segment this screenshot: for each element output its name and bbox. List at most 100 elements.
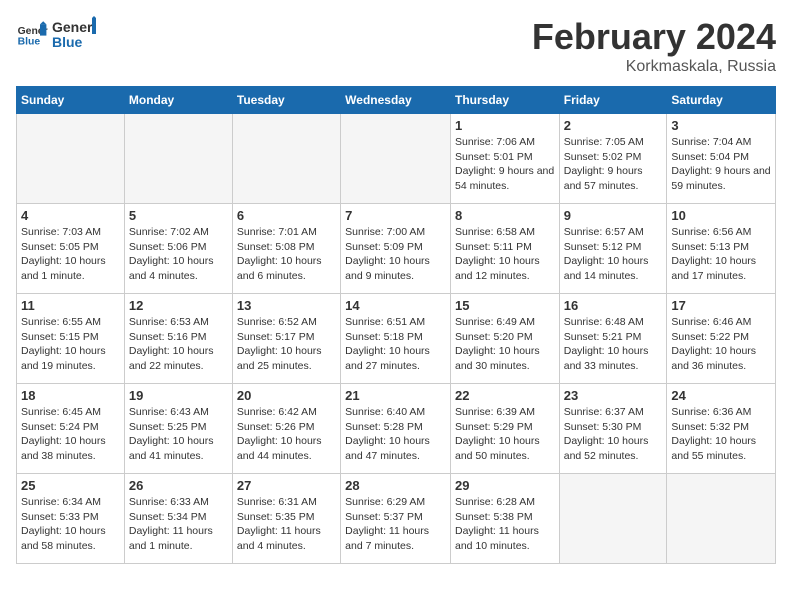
calendar-cell	[667, 474, 776, 564]
calendar-cell	[232, 114, 340, 204]
day-info: Sunrise: 6:52 AM Sunset: 5:17 PM Dayligh…	[237, 315, 336, 374]
calendar-cell: 11 Sunrise: 6:55 AM Sunset: 5:15 PM Dayli…	[17, 294, 125, 384]
col-header-tuesday: Tuesday	[232, 87, 340, 114]
calendar-cell: 4 Sunrise: 7:03 AM Sunset: 5:05 PM Daylig…	[17, 204, 125, 294]
day-info: Sunrise: 6:46 AM Sunset: 5:22 PM Dayligh…	[671, 315, 771, 374]
day-number: 19	[129, 388, 228, 403]
day-info: Sunrise: 7:03 AM Sunset: 5:05 PM Dayligh…	[21, 225, 120, 284]
calendar-cell: 14 Sunrise: 6:51 AM Sunset: 5:18 PM Dayli…	[341, 294, 451, 384]
calendar-cell: 24Sunrise: 6:36 AM Sunset: 5:32 PM Dayli…	[667, 384, 776, 474]
calendar-week-3: 11 Sunrise: 6:55 AM Sunset: 5:15 PM Dayli…	[17, 294, 776, 384]
logo-icon: General Blue	[16, 18, 48, 50]
calendar-cell: 8Sunrise: 6:58 AM Sunset: 5:11 PM Daylig…	[450, 204, 559, 294]
day-number: 21	[345, 388, 446, 403]
day-number: 26	[129, 478, 228, 493]
day-number: 27	[237, 478, 336, 493]
day-number: 14	[345, 298, 446, 313]
day-number: 25	[21, 478, 120, 493]
calendar-cell: 27 Sunrise: 6:31 AM Sunset: 5:35 PM Dayli…	[232, 474, 340, 564]
calendar-cell: 5 Sunrise: 7:02 AM Sunset: 5:06 PM Daylig…	[124, 204, 232, 294]
day-number: 11	[21, 298, 120, 313]
day-info: Sunrise: 6:48 AM Sunset: 5:21 PM Dayligh…	[564, 315, 663, 374]
day-number: 5	[129, 208, 228, 223]
day-number: 2	[564, 118, 663, 133]
calendar-week-4: 18 Sunrise: 6:45 AM Sunset: 5:24 PM Dayli…	[17, 384, 776, 474]
day-info: Sunrise: 6:49 AM Sunset: 5:20 PM Dayligh…	[455, 315, 555, 374]
day-info: Sunrise: 6:29 AM Sunset: 5:37 PM Dayligh…	[345, 495, 446, 554]
day-number: 22	[455, 388, 555, 403]
calendar-cell	[341, 114, 451, 204]
calendar-table: SundayMondayTuesdayWednesdayThursdayFrid…	[16, 86, 776, 564]
calendar-cell: 12Sunrise: 6:53 AM Sunset: 5:16 PM Dayli…	[124, 294, 232, 384]
day-number: 3	[671, 118, 771, 133]
calendar-cell: 15Sunrise: 6:49 AM Sunset: 5:20 PM Dayli…	[450, 294, 559, 384]
svg-text:Blue: Blue	[52, 34, 83, 50]
day-info: Sunrise: 6:37 AM Sunset: 5:30 PM Dayligh…	[564, 405, 663, 464]
calendar-header-row: SundayMondayTuesdayWednesdayThursdayFrid…	[17, 87, 776, 114]
day-number: 7	[345, 208, 446, 223]
calendar-cell: 26Sunrise: 6:33 AM Sunset: 5:34 PM Dayli…	[124, 474, 232, 564]
calendar-cell: 22 Sunrise: 6:39 AM Sunset: 5:29 PM Dayli…	[450, 384, 559, 474]
calendar-cell: 2 Sunrise: 7:05 AM Sunset: 5:02 PM Daylig…	[559, 114, 667, 204]
calendar-cell: 16 Sunrise: 6:48 AM Sunset: 5:21 PM Dayli…	[559, 294, 667, 384]
day-number: 6	[237, 208, 336, 223]
calendar-cell: 9Sunrise: 6:57 AM Sunset: 5:12 PM Daylig…	[559, 204, 667, 294]
day-info: Sunrise: 7:00 AM Sunset: 5:09 PM Dayligh…	[345, 225, 446, 284]
day-info: Sunrise: 7:06 AM Sunset: 5:01 PM Dayligh…	[455, 135, 555, 194]
day-info: Sunrise: 6:42 AM Sunset: 5:26 PM Dayligh…	[237, 405, 336, 464]
day-number: 20	[237, 388, 336, 403]
day-info: Sunrise: 6:45 AM Sunset: 5:24 PM Dayligh…	[21, 405, 120, 464]
calendar-cell: 3 Sunrise: 7:04 AM Sunset: 5:04 PM Daylig…	[667, 114, 776, 204]
day-number: 16	[564, 298, 663, 313]
month-title: February 2024	[532, 16, 776, 58]
col-header-thursday: Thursday	[450, 87, 559, 114]
day-info: Sunrise: 6:57 AM Sunset: 5:12 PM Dayligh…	[564, 225, 663, 284]
day-info: Sunrise: 7:01 AM Sunset: 5:08 PM Dayligh…	[237, 225, 336, 284]
day-number: 10	[671, 208, 771, 223]
calendar-cell: 6 Sunrise: 7:01 AM Sunset: 5:08 PM Daylig…	[232, 204, 340, 294]
day-info: Sunrise: 6:39 AM Sunset: 5:29 PM Dayligh…	[455, 405, 555, 464]
day-info: Sunrise: 6:56 AM Sunset: 5:13 PM Dayligh…	[671, 225, 771, 284]
calendar-cell: 29Sunrise: 6:28 AM Sunset: 5:38 PM Dayli…	[450, 474, 559, 564]
calendar-cell: 13Sunrise: 6:52 AM Sunset: 5:17 PM Dayli…	[232, 294, 340, 384]
location: Korkmaskala, Russia	[532, 58, 776, 76]
day-info: Sunrise: 7:05 AM Sunset: 5:02 PM Dayligh…	[564, 135, 663, 194]
day-number: 18	[21, 388, 120, 403]
day-info: Sunrise: 6:31 AM Sunset: 5:35 PM Dayligh…	[237, 495, 336, 554]
day-info: Sunrise: 7:02 AM Sunset: 5:06 PM Dayligh…	[129, 225, 228, 284]
col-header-wednesday: Wednesday	[341, 87, 451, 114]
day-info: Sunrise: 6:53 AM Sunset: 5:16 PM Dayligh…	[129, 315, 228, 374]
logo-graphic: General Blue	[52, 16, 96, 52]
col-header-saturday: Saturday	[667, 87, 776, 114]
day-info: Sunrise: 6:51 AM Sunset: 5:18 PM Dayligh…	[345, 315, 446, 374]
calendar-week-2: 4 Sunrise: 7:03 AM Sunset: 5:05 PM Daylig…	[17, 204, 776, 294]
col-header-friday: Friday	[559, 87, 667, 114]
day-info: Sunrise: 6:55 AM Sunset: 5:15 PM Dayligh…	[21, 315, 120, 374]
calendar-cell	[17, 114, 125, 204]
calendar-cell: 17 Sunrise: 6:46 AM Sunset: 5:22 PM Dayli…	[667, 294, 776, 384]
day-number: 4	[21, 208, 120, 223]
calendar-cell: 7 Sunrise: 7:00 AM Sunset: 5:09 PM Daylig…	[341, 204, 451, 294]
calendar-cell: 10 Sunrise: 6:56 AM Sunset: 5:13 PM Dayli…	[667, 204, 776, 294]
col-header-monday: Monday	[124, 87, 232, 114]
day-info: Sunrise: 6:34 AM Sunset: 5:33 PM Dayligh…	[21, 495, 120, 554]
calendar-cell: 21 Sunrise: 6:40 AM Sunset: 5:28 PM Dayli…	[341, 384, 451, 474]
calendar-week-5: 25 Sunrise: 6:34 AM Sunset: 5:33 PM Dayli…	[17, 474, 776, 564]
calendar-cell: 20 Sunrise: 6:42 AM Sunset: 5:26 PM Dayli…	[232, 384, 340, 474]
day-info: Sunrise: 7:04 AM Sunset: 5:04 PM Dayligh…	[671, 135, 771, 194]
calendar-cell: 1Sunrise: 7:06 AM Sunset: 5:01 PM Daylig…	[450, 114, 559, 204]
svg-text:Blue: Blue	[18, 36, 41, 47]
calendar-cell	[124, 114, 232, 204]
day-info: Sunrise: 6:28 AM Sunset: 5:38 PM Dayligh…	[455, 495, 555, 554]
calendar-cell	[559, 474, 667, 564]
day-info: Sunrise: 6:43 AM Sunset: 5:25 PM Dayligh…	[129, 405, 228, 464]
day-number: 8	[455, 208, 555, 223]
day-number: 17	[671, 298, 771, 313]
logo: General Blue General Blue	[16, 16, 96, 52]
calendar-week-1: 1Sunrise: 7:06 AM Sunset: 5:01 PM Daylig…	[17, 114, 776, 204]
day-info: Sunrise: 6:40 AM Sunset: 5:28 PM Dayligh…	[345, 405, 446, 464]
page-header: General Blue General Blue February 2024 …	[16, 16, 776, 76]
calendar-cell: 19 Sunrise: 6:43 AM Sunset: 5:25 PM Dayli…	[124, 384, 232, 474]
day-info: Sunrise: 6:36 AM Sunset: 5:32 PM Dayligh…	[671, 405, 771, 464]
col-header-sunday: Sunday	[17, 87, 125, 114]
